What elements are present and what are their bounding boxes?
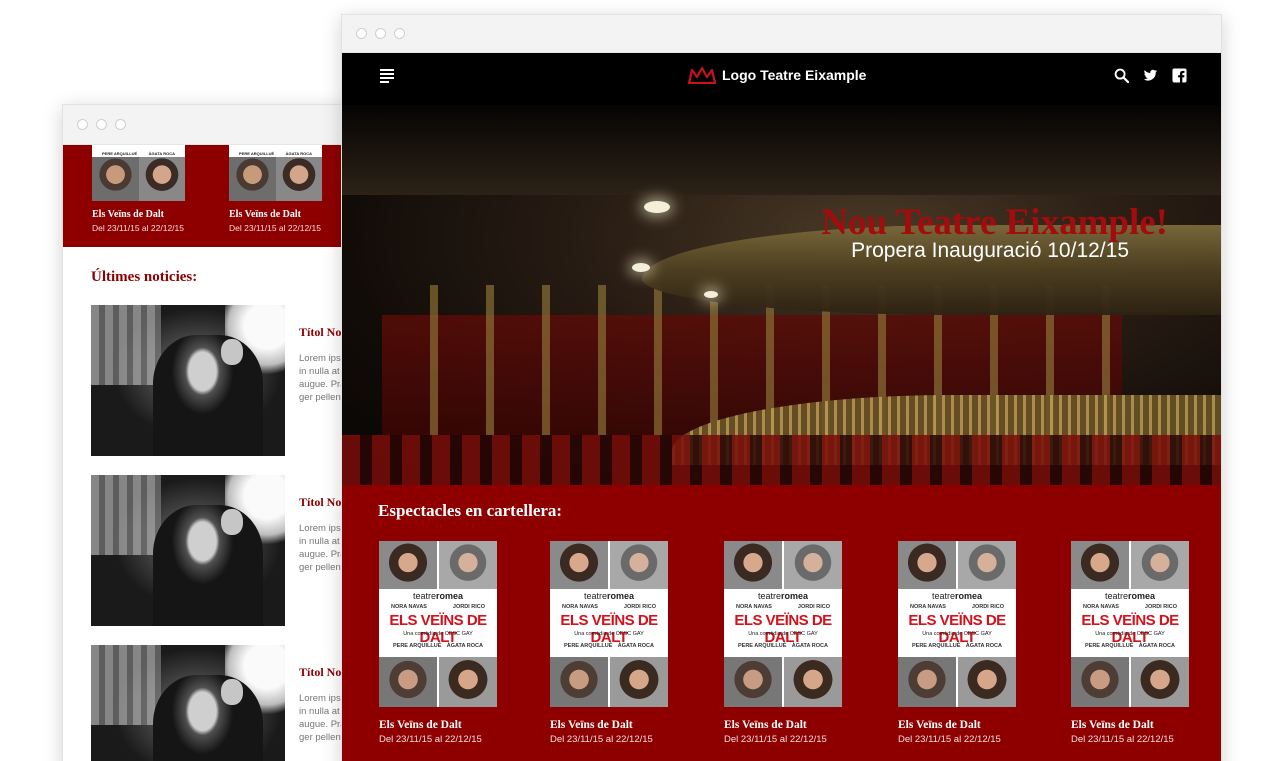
poster-actors: NORA NAVAS JORDI RICO [562,604,656,610]
poster-play-title: ELS VEÏNS DE DALT [734,612,832,646]
news-photo[interactable] [91,475,285,626]
poster-actors: NORA NAVAS JORDI RICO [736,604,830,610]
poster-brand: teatreromea [583,591,635,601]
hero-title: Nou Teatre Eixample! [821,202,1168,243]
poster-play-title: ELS VEÏNS DE DALT [1081,612,1179,646]
twitter-icon[interactable] [1143,68,1158,83]
shows-section: Espectacles en cartellera: teatreromea N… [342,485,1221,761]
show-title[interactable]: Els Veïns de Dalt [229,209,301,220]
poster-actors-bottom: PERE ARQUILLUÉ ÀGATA ROCA [393,643,483,649]
browser-chrome [63,105,361,145]
window-maximize-dot[interactable] [394,28,405,39]
show-dates: Del 23/11/15 al 22/12/15 [898,734,1001,745]
poster-actor-a: PERE ARQUILLUÉ [239,151,275,156]
poster-brand: teatreromea [757,591,809,601]
poster-actor-a: PERE ARQUILLUÉ [102,151,138,156]
hamburger-icon[interactable] [380,69,394,83]
news-item[interactable]: Títol No Lorem ipsu in nulla at augue. P… [91,305,361,456]
news-photo[interactable] [91,305,285,456]
poster-actors-bottom: PERE ARQUILLUÉ ÀGATA ROCA [912,643,1002,649]
mobile-shows-strip: PERE ARQUILLUÉ ÀGATA ROCA PERE ARQUILLUÉ… [63,145,361,247]
show-poster[interactable]: teatreromea NORA NAVAS JORDI RICO ELS VEÏ… [550,541,668,707]
poster-photos [92,157,185,201]
hero-banner: Nou Teatre Eixample! Propera Inauguració… [342,105,1221,485]
show-title[interactable]: Els Veïns de Dalt [1071,719,1191,731]
poster-actors: NORA NAVAS JORDI RICO [1083,604,1177,610]
poster-photos [229,157,322,201]
show-title[interactable]: Els Veïns de Dalt [898,719,1018,731]
poster-actor-b: ÀGATA ROCA [285,151,312,156]
site-logo[interactable]: Logo Teatre Eixample [688,66,866,84]
poster-author: Una comèdia de CESC GAY [748,631,818,637]
poster-actor-b: ÀGATA ROCA [148,151,175,156]
news-heading: Últimes noticies: [91,269,198,285]
crown-logo-icon [688,66,716,84]
poster-play-title: ELS VEÏNS DE DALT [908,612,1006,646]
window-close-dot[interactable] [356,28,367,39]
show-title[interactable]: Els Veïns de Dalt [550,719,670,731]
show-dates: Del 23/11/15 al 22/12/15 [379,734,482,745]
mini-show-poster[interactable]: PERE ARQUILLUÉ ÀGATA ROCA [229,145,322,201]
show-poster[interactable]: teatreromea NORA NAVAS JORDI RICO ELS VEÏ… [898,541,1016,707]
show-dates: Del 23/11/15 al 22/12/15 [92,223,184,233]
poster-actors: PERE ARQUILLUÉ ÀGATA ROCA [92,151,185,156]
poster-actors: NORA NAVAS JORDI RICO [391,604,485,610]
show-poster[interactable]: teatreromea NORA NAVAS JORDI RICO ELS VEÏ… [1071,541,1189,707]
poster-brand: teatreromea [1104,591,1156,601]
poster-actors: PERE ARQUILLUÉ ÀGATA ROCA [229,151,322,156]
poster-author: Una comèdia de CESC GAY [403,631,473,637]
mockup-stage: PERE ARQUILLUÉ ÀGATA ROCA PERE ARQUILLUÉ… [0,0,1285,761]
news-item[interactable]: Títol No Lorem ipsu in nulla at augue. P… [91,645,361,761]
show-poster[interactable]: teatreromea NORA NAVAS JORDI RICO ELS VEÏ… [724,541,842,707]
hero-subtitle: Propera Inauguració 10/12/15 [851,239,1129,262]
show-dates: Del 23/11/15 al 22/12/15 [724,734,827,745]
mini-show-poster[interactable]: PERE ARQUILLUÉ ÀGATA ROCA [92,145,185,201]
show-card[interactable]: teatreromea NORA NAVAS JORDI RICO ELS VEÏ… [898,541,1018,745]
desktop-browser-window: Logo Teatre Eixample Nou Teatre Eixample… [341,14,1222,761]
poster-actors-bottom: PERE ARQUILLUÉ ÀGATA ROCA [1085,643,1175,649]
show-dates: Del 23/11/15 al 22/12/15 [550,734,653,745]
search-icon[interactable] [1114,68,1129,83]
nav-icons [1114,68,1187,83]
show-dates: Del 23/11/15 al 22/12/15 [1071,734,1174,745]
poster-author: Una comèdia de CESC GAY [922,631,992,637]
show-dates: Del 23/11/15 al 22/12/15 [229,223,321,233]
poster-actors-bottom: PERE ARQUILLUÉ ÀGATA ROCA [564,643,654,649]
window-minimize-dot[interactable] [96,119,107,130]
show-card[interactable]: teatreromea NORA NAVAS JORDI RICO ELS VEÏ… [379,541,499,745]
window-close-dot[interactable] [77,119,88,130]
logo-text: Logo Teatre Eixample [722,67,867,83]
show-title[interactable]: Els Veïns de Dalt [92,209,164,220]
shows-heading: Espectacles en cartellera: [378,501,563,520]
show-title[interactable]: Els Veïns de Dalt [724,719,844,731]
poster-actors-bottom: PERE ARQUILLUÉ ÀGATA ROCA [738,643,828,649]
poster-play-title: ELS VEÏNS DE DALT [389,612,487,646]
poster-brand: teatreromea [412,591,464,601]
mobile-browser-window: PERE ARQUILLUÉ ÀGATA ROCA PERE ARQUILLUÉ… [62,104,362,761]
window-maximize-dot[interactable] [115,119,126,130]
show-title[interactable]: Els Veïns de Dalt [379,719,499,731]
poster-author: Una comèdia de CESC GAY [1095,631,1165,637]
news-item[interactable]: Títol No Lorem ipsu in nulla at augue. P… [91,475,361,626]
browser-chrome [342,15,1221,53]
poster-actors: NORA NAVAS JORDI RICO [910,604,1004,610]
show-card[interactable]: teatreromea NORA NAVAS JORDI RICO ELS VEÏ… [724,541,844,745]
show-card[interactable]: teatreromea NORA NAVAS JORDI RICO ELS VEÏ… [1071,541,1191,745]
poster-play-title: ELS VEÏNS DE DALT [560,612,658,646]
show-card[interactable]: teatreromea NORA NAVAS JORDI RICO ELS VEÏ… [550,541,670,745]
poster-brand: teatreromea [931,591,983,601]
facebook-icon[interactable] [1172,68,1187,83]
poster-author: Una comèdia de CESC GAY [574,631,644,637]
site-navbar: Logo Teatre Eixample [342,53,1221,105]
window-minimize-dot[interactable] [375,28,386,39]
show-poster[interactable]: teatreromea NORA NAVAS JORDI RICO ELS VEÏ… [379,541,497,707]
news-photo[interactable] [91,645,285,761]
